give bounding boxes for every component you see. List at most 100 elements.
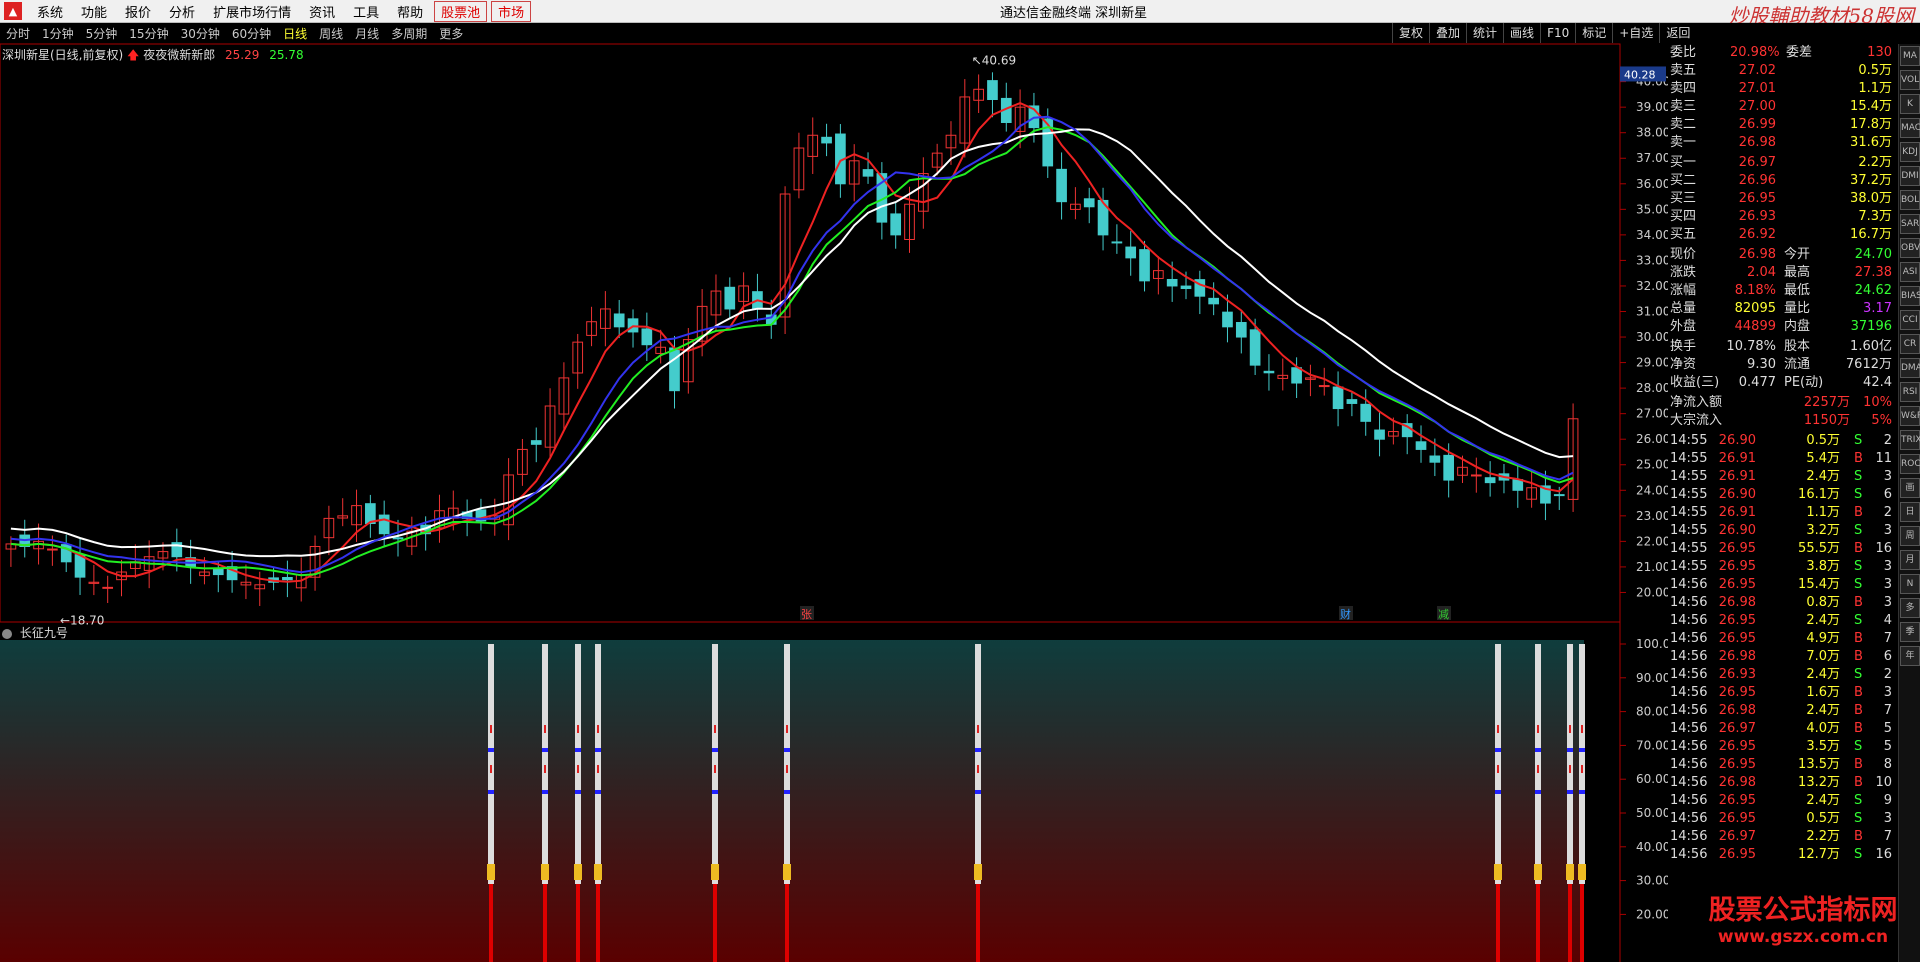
sidebar-item-11[interactable]: CCI: [1900, 310, 1920, 330]
tick-vol: 1.6万: [1806, 685, 1840, 700]
rocket-mark2-2: [577, 765, 579, 773]
sidebar-item-7[interactable]: SAR: [1900, 214, 1920, 234]
buy-vol: 2.2万: [1858, 155, 1892, 170]
candle-body-88: [1222, 311, 1233, 328]
rocket-flame-4: [711, 864, 719, 880]
candle-body-78: [1083, 198, 1095, 208]
buy-vol: 38.0万: [1850, 191, 1892, 206]
sidebar-item-2[interactable]: K: [1900, 94, 1920, 114]
rocket-mark-3: [597, 725, 599, 733]
stat-row-4: 外盘 44899 内盘 37196: [1668, 318, 1896, 336]
buy-row-2: 买三 26.95 38.0万: [1668, 190, 1896, 208]
buy-row-0: 买一 26.97 2.2万: [1668, 154, 1896, 172]
sidebar-item-21[interactable]: 月: [1900, 550, 1920, 570]
rocket-band2-6: [975, 748, 981, 752]
kline-chart[interactable]: 40.00 39.00 38.00 37.00 36.00 35.00 34.00 33.00…: [0, 0, 1668, 962]
rocket-band2-1: [542, 748, 548, 752]
tick-side: B: [1854, 757, 1863, 772]
tick-side: S: [1854, 613, 1863, 628]
rocket-band2-3: [595, 748, 601, 752]
flow-row-0: 净流入额 2257万 10%: [1668, 394, 1896, 412]
tick-price: 26.98: [1718, 703, 1756, 718]
price-tick-label-20: 20.00: [1636, 585, 1668, 599]
sidebar-item-13[interactable]: DMA: [1900, 358, 1920, 378]
sidebar-item-15[interactable]: W&R: [1900, 406, 1920, 426]
candle-body-96: [1332, 386, 1344, 410]
price-tick-label-16: 24.00: [1636, 483, 1668, 497]
rocket-flame-0: [487, 864, 495, 880]
watermark-text: 股票公式指标网: [1708, 895, 1898, 926]
price-tick-label-8: 32.00: [1636, 279, 1668, 293]
tick-time: 14:56: [1670, 793, 1708, 808]
sidebar-item-12[interactable]: CR: [1900, 334, 1920, 354]
sell-row-1: 卖四 27.01 1.1万: [1668, 80, 1896, 98]
buy-label: 买三: [1670, 191, 1697, 206]
sidebar-item-20[interactable]: 周: [1900, 526, 1920, 546]
rocket-band-6: [975, 790, 981, 794]
tick-vol: 4.0万: [1806, 721, 1840, 736]
tick-time: 14:55: [1670, 505, 1708, 520]
candle-body-80: [1111, 241, 1123, 244]
sell-vol: 17.8万: [1850, 117, 1892, 132]
rocket-band-10: [1579, 790, 1585, 794]
candle-body-109: [1512, 479, 1524, 491]
sub-tick-label-3: 70.00: [1636, 738, 1668, 752]
sidebar-item-24[interactable]: 季: [1900, 622, 1920, 642]
sidebar-item-1[interactable]: VOL: [1900, 70, 1920, 90]
rocket-flame-5: [783, 864, 791, 880]
price-tick-label-10: 30.00: [1636, 330, 1668, 344]
tick-row-15: 14:56 26.98 2.4万 B 7: [1668, 702, 1896, 720]
stat-value: 8.18%: [1734, 283, 1776, 298]
marker-0: 张: [801, 608, 812, 621]
sidebar-item-5[interactable]: DMI: [1900, 166, 1920, 186]
sub-tick-label-1: 90.00: [1636, 671, 1668, 685]
sidebar-item-3[interactable]: MACD: [1900, 118, 1920, 138]
sidebar-item-22[interactable]: N: [1900, 574, 1920, 594]
buy-label: 买二: [1670, 173, 1697, 188]
rocket-body-2: [575, 644, 581, 884]
sidebar-item-8[interactable]: OBV: [1900, 238, 1920, 258]
ma2-value: 25.78: [269, 48, 304, 62]
rocket-band2-2: [575, 748, 581, 752]
sidebar-item-17[interactable]: ROC: [1900, 454, 1920, 474]
price-tick-label-5: 35.00: [1636, 202, 1668, 216]
rocket-flame-9: [1566, 864, 1574, 880]
rocket-band2-0: [488, 748, 494, 752]
sidebar-item-10[interactable]: BIAS: [1900, 286, 1920, 306]
quote-panel: 委比 20.98% 委差 130 卖五 27.02 0.5万 卖四 27.01 1.1万 卖三 27.…: [1668, 44, 1898, 962]
rocket-mark-0: [490, 725, 492, 733]
candle-body-81: [1125, 246, 1137, 259]
sidebar-item-4[interactable]: KDJ: [1900, 142, 1920, 162]
sidebar-item-19[interactable]: 日: [1900, 502, 1920, 522]
tick-row-0: 14:55 26.90 0.5万 S 2: [1668, 432, 1896, 450]
stat-label2: 今开: [1784, 247, 1811, 262]
sell-vol: 15.4万: [1850, 99, 1892, 114]
sidebar-item-23[interactable]: 多: [1900, 598, 1920, 618]
rocket-mark2-1: [544, 765, 546, 773]
rocket-mark2-10: [1581, 765, 1583, 773]
tick-time: 14:56: [1670, 613, 1708, 628]
tick-side: S: [1854, 469, 1863, 484]
sidebar-item-9[interactable]: ASI: [1900, 262, 1920, 282]
sub-indicator-title[interactable]: 长征九号: [2, 624, 68, 641]
weibi-row: 委比 20.98% 委差 130: [1668, 44, 1896, 62]
sidebar-item-6[interactable]: BOLL: [1900, 190, 1920, 210]
price-tick-label-19: 21.00: [1636, 560, 1668, 574]
price-tick-label-6: 34.00: [1636, 228, 1668, 242]
flow-pct: 10%: [1863, 395, 1892, 410]
sidebar-item-14[interactable]: RSI: [1900, 382, 1920, 402]
sidebar-item-25[interactable]: 年: [1900, 646, 1920, 666]
rocket-mark-4: [714, 725, 716, 733]
price-tick-label-18: 22.00: [1636, 534, 1668, 548]
rocket-band2-4: [712, 748, 718, 752]
sidebar-item-0[interactable]: MA: [1900, 46, 1920, 66]
tick-row-8: 14:56 26.95 15.4万 S 3: [1668, 576, 1896, 594]
candle-body-28: [392, 537, 404, 540]
sidebar-item-18[interactable]: 画: [1900, 478, 1920, 498]
price-tick-label-14: 26.00: [1636, 432, 1668, 446]
rocket-band-9: [1567, 790, 1573, 794]
tick-time: 14:55: [1670, 469, 1708, 484]
sidebar-item-16[interactable]: TRIX: [1900, 430, 1920, 450]
collapse-icon[interactable]: [2, 628, 12, 639]
rocket-flame-7: [1494, 864, 1502, 880]
